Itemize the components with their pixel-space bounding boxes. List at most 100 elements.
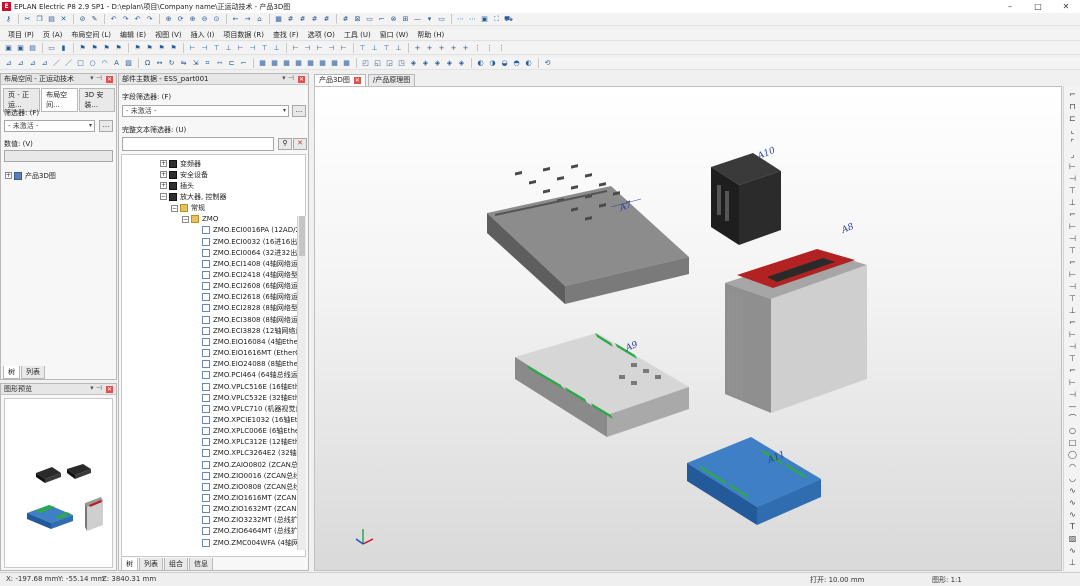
shade-e-icon[interactable]: ◐ bbox=[523, 58, 534, 68]
tee-bottom-c-icon[interactable]: ⊥ bbox=[1067, 306, 1078, 316]
clear-filter-button[interactable]: ✕ bbox=[293, 138, 307, 150]
part-list-item[interactable]: ZMO.ECI2828 (8轴网络型 bbox=[202, 303, 298, 314]
menu-insert[interactable]: 插入 (I) bbox=[191, 30, 215, 40]
part-list-item[interactable]: ZMO.ZIO3232MT (总线扩展 bbox=[202, 515, 305, 526]
shade-a-icon[interactable]: ◐ bbox=[475, 58, 486, 68]
terminal-c-icon[interactable]: ⊢ bbox=[314, 43, 325, 53]
shade-d-icon[interactable]: ◓ bbox=[511, 58, 522, 68]
tee-right-d-icon[interactable]: ⊣ bbox=[1067, 342, 1078, 352]
grid-c-icon[interactable]: # bbox=[309, 14, 320, 24]
dim-b-icon[interactable]: ⊿ bbox=[15, 58, 26, 68]
zoom-window-icon[interactable]: ⊕ bbox=[163, 14, 174, 24]
square-icon[interactable]: □ bbox=[75, 58, 86, 68]
offset-icon[interactable]: ⊏ bbox=[226, 58, 237, 68]
grid-d-icon[interactable]: # bbox=[321, 14, 332, 24]
symbol-f-icon[interactable]: ⊣ bbox=[247, 43, 258, 53]
filter-select[interactable]: - 未激活 - ▾ bbox=[4, 120, 95, 132]
corner-icon[interactable]: ⌐ bbox=[238, 58, 249, 68]
part-list-item[interactable]: ZMO.VPLC710 (机器视觉运 bbox=[202, 403, 302, 414]
part-list-item[interactable]: ZMO.ECI1408 (4轴网络运 bbox=[202, 258, 298, 269]
tee-left-icon[interactable]: ⊢ bbox=[1067, 162, 1078, 172]
flag-b-icon[interactable]: ⚑ bbox=[89, 43, 100, 53]
box-a-icon[interactable]: ▦ bbox=[257, 58, 268, 68]
terminal-b-icon[interactable]: ⊣ bbox=[302, 43, 313, 53]
corner-d-icon[interactable]: ⌟ bbox=[1067, 150, 1078, 160]
symbol-c-icon[interactable]: ⊤ bbox=[211, 43, 222, 53]
device-a7[interactable] bbox=[487, 164, 689, 304]
tab-list[interactable]: 列表 bbox=[139, 558, 163, 571]
box-f-icon[interactable]: ▦ bbox=[317, 58, 328, 68]
maximize-view-icon[interactable]: ⛶ bbox=[491, 14, 502, 24]
cross-d-icon[interactable]: + bbox=[460, 43, 471, 53]
box-h-icon[interactable]: ▦ bbox=[341, 58, 352, 68]
zoom-redraw-icon[interactable]: ⟳ bbox=[175, 14, 186, 24]
part-list-item[interactable]: ZMO.PCI464 (64轴总线运 bbox=[202, 370, 298, 381]
key-icon[interactable]: ⚷ bbox=[3, 14, 14, 24]
place-icon[interactable]: ⚑ bbox=[132, 43, 143, 53]
dim-d-icon[interactable]: ⊿ bbox=[39, 58, 50, 68]
tab-tree[interactable]: 树 bbox=[121, 558, 138, 571]
part-list-item[interactable]: ZMO.VPLC516E (16轴Ethe bbox=[202, 381, 304, 392]
symbol-a-icon[interactable]: ⊢ bbox=[187, 43, 198, 53]
place-c-icon[interactable]: ⚑ bbox=[156, 43, 167, 53]
tab-layout-space[interactable]: 布局空间... bbox=[41, 88, 79, 112]
menu-tools[interactable]: 工具 (U) bbox=[344, 30, 371, 40]
menu-edit[interactable]: 编辑 (E) bbox=[120, 30, 146, 40]
cross-c-icon[interactable]: + bbox=[448, 43, 459, 53]
device-icon[interactable]: ▮ bbox=[58, 43, 69, 53]
spline-icon[interactable]: ∿ bbox=[1067, 486, 1078, 496]
corner-g-icon[interactable]: ⌐ bbox=[1067, 318, 1078, 328]
part-list-item[interactable]: ZMO.ZIO1632MT (ZCAN总 bbox=[202, 504, 303, 515]
zoom-in-icon[interactable]: ⊕ bbox=[187, 14, 198, 24]
stretch-icon[interactable]: ⇿ bbox=[214, 58, 225, 68]
circle-icon[interactable]: ○ bbox=[1067, 426, 1078, 436]
menu-layout-space[interactable]: 布局空间 (L) bbox=[71, 30, 111, 40]
tee-right-c-icon[interactable]: ⊣ bbox=[1067, 282, 1078, 292]
symbol-g-icon[interactable]: ⊤ bbox=[259, 43, 270, 53]
copy-icon[interactable]: ❐ bbox=[34, 14, 45, 24]
box-d-icon[interactable]: ▦ bbox=[293, 58, 304, 68]
part-list-item[interactable]: ZMO.ZMC004WFA (4轴网 bbox=[202, 537, 299, 548]
terminal-e-icon[interactable]: ⊢ bbox=[338, 43, 349, 53]
arc-icon[interactable]: ⌒ bbox=[1067, 414, 1078, 424]
view-right-icon[interactable]: ◳ bbox=[396, 58, 407, 68]
part-list-item[interactable]: ZMO.ZIO6464MT (总线扩展 bbox=[202, 526, 305, 537]
tree-item[interactable]: + 插头 bbox=[160, 180, 194, 191]
mirror-icon[interactable]: ⇋ bbox=[178, 58, 189, 68]
doc-tab-schematic[interactable]: /产品原理图 bbox=[367, 74, 416, 86]
smart-connect-icon[interactable]: ⊗ bbox=[388, 14, 399, 24]
tee-top-d-icon[interactable]: ⊤ bbox=[1067, 354, 1078, 364]
flag-c-icon[interactable]: ⚑ bbox=[101, 43, 112, 53]
text-icon[interactable]: A bbox=[111, 58, 122, 68]
link-icon[interactable]: ⋯ bbox=[455, 14, 466, 24]
dash-icon[interactable]: — bbox=[412, 14, 423, 24]
image-icon[interactable]: ▨ bbox=[123, 58, 134, 68]
redo-icon[interactable]: ↷ bbox=[120, 14, 131, 24]
plus-icon[interactable]: + bbox=[412, 43, 423, 53]
tee-right-b-icon[interactable]: ⊣ bbox=[1067, 234, 1078, 244]
expand-icon[interactable]: + bbox=[160, 171, 167, 179]
box-e-icon[interactable]: ▦ bbox=[305, 58, 316, 68]
parts-scrollbar[interactable] bbox=[297, 216, 306, 550]
arc-up-icon[interactable]: ◠ bbox=[1067, 462, 1078, 472]
close-panel-icon[interactable]: ✕ bbox=[106, 76, 113, 83]
omega-icon[interactable]: Ω bbox=[142, 58, 153, 68]
snap-object-icon[interactable]: ⊠ bbox=[352, 14, 363, 24]
expand-icon[interactable]: − bbox=[160, 193, 167, 201]
tee-top-b-icon[interactable]: ⊤ bbox=[1067, 246, 1078, 256]
view-left-icon[interactable]: ◲ bbox=[384, 58, 395, 68]
part-list-item[interactable]: ZMO.XPLC3264E2 (32轴Et bbox=[202, 448, 304, 459]
delete-icon[interactable]: ✕ bbox=[58, 14, 69, 24]
dim-icon[interactable]: ⊿ bbox=[3, 58, 14, 68]
scroll-thumb[interactable] bbox=[299, 216, 305, 256]
view-front-icon[interactable]: ◰ bbox=[360, 58, 371, 68]
tee-left-d-icon[interactable]: ⊢ bbox=[1067, 330, 1078, 340]
flag-d-icon[interactable]: ⚑ bbox=[113, 43, 124, 53]
corner-f-icon[interactable]: ⌐ bbox=[1067, 258, 1078, 268]
zoom-fit-icon[interactable]: ⊙ bbox=[211, 14, 222, 24]
box-b-icon[interactable]: ▦ bbox=[269, 58, 280, 68]
unlink-icon[interactable]: ⋯ bbox=[467, 14, 478, 24]
menu-project-data[interactable]: 项目数据 (R) bbox=[223, 30, 264, 40]
connector-d-icon[interactable]: ⊥ bbox=[393, 43, 404, 53]
part-list-item[interactable]: ZMO.ZIO0808 (ZCAN总线扩 bbox=[202, 481, 305, 492]
